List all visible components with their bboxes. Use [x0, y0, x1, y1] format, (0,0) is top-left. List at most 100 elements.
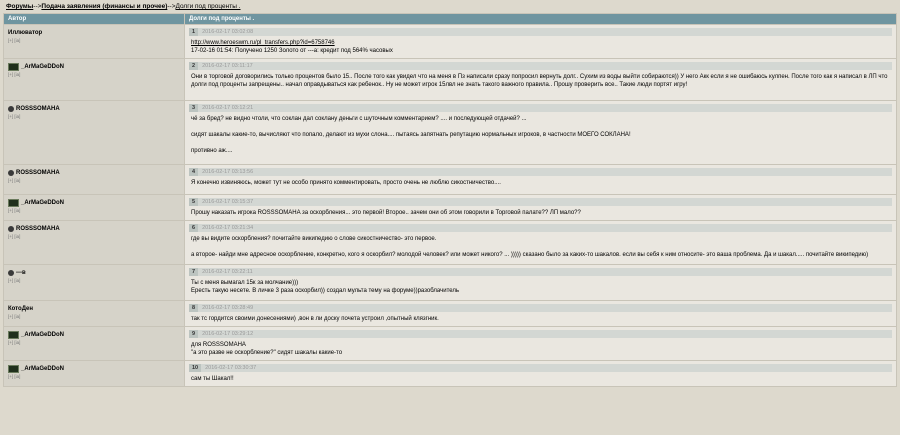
- post-author-cell: _ArMaGeDDoN [+] [ia]: [3, 326, 185, 361]
- post-number[interactable]: 8: [189, 304, 199, 312]
- post-text-line: где вы видите оскорбления? почитайте вик…: [191, 236, 437, 242]
- author-links[interactable]: [+] [ia]: [8, 234, 180, 239]
- post-date: 2016-02-17 03:13:56: [202, 169, 254, 175]
- author-name-link[interactable]: Иллюватор: [8, 30, 42, 36]
- post-header: 1 2016-02-17 03:02:08: [189, 28, 892, 36]
- post-row: _ArMaGeDDoN [+] [ia] 10 2016-02-17 03:30:37…: [3, 360, 897, 387]
- post-author-cell: КотоДен [+] [ia]: [3, 300, 185, 327]
- posts-list: Иллюватор [+] [ia] 1 2016-02-17 03:02:08 htt…: [3, 24, 897, 387]
- author-links[interactable]: [+] [ia]: [8, 38, 180, 43]
- author-name-link[interactable]: _ArMaGeDDoN: [21, 332, 64, 338]
- post-header: 7 2016-02-17 03:22:11: [189, 268, 892, 276]
- post-row: Иллюватор [+] [ia] 1 2016-02-17 03:02:08 htt…: [3, 24, 897, 59]
- post-header: 9 2016-02-17 03:29:12: [189, 330, 892, 338]
- post-date: 2016-02-17 03:11:17: [202, 63, 253, 69]
- post-number[interactable]: 2: [189, 62, 199, 70]
- post-row: _ArMaGeDDoN [+] [ia] 5 2016-02-17 03:15:37 П…: [3, 194, 897, 221]
- clan-avatar-icon: [8, 62, 19, 71]
- author-name-link[interactable]: КотоДен: [8, 306, 33, 312]
- author-links[interactable]: [+] [ia]: [8, 278, 180, 283]
- post-row: _ArMaGeDDoN [+] [ia] 2 2016-02-17 03:11:17 О…: [3, 58, 897, 101]
- post-text-line: для ROSSSOMAHA: [191, 342, 246, 348]
- post-number[interactable]: 10: [189, 364, 202, 372]
- post-date: 2016-02-17 03:12:21: [202, 105, 254, 111]
- post-body: Я конечно извиняюсь, может тут не особо …: [185, 176, 896, 190]
- author-name-link[interactable]: _ArMaGeDDoN: [21, 366, 64, 372]
- post-body: Ты с меня вымагал 15к за молчание))) Ерес…: [185, 276, 896, 298]
- author-links[interactable]: [+] [ia]: [8, 72, 180, 77]
- author-links[interactable]: [+] [ia]: [8, 340, 180, 345]
- author-links[interactable]: [+] [ia]: [8, 178, 180, 183]
- post-message-cell: 2 2016-02-17 03:11:17 Они в торговой догов…: [184, 58, 897, 101]
- author-name-link[interactable]: _ArMaGeDDoN: [21, 64, 64, 70]
- post-header: 10 2016-02-17 03:30:37: [189, 364, 892, 372]
- skull-icon: [8, 225, 14, 232]
- post-number[interactable]: 4: [189, 168, 199, 176]
- author-name-row: Иллюватор: [8, 28, 180, 37]
- post-body: чё за бред? не видно чтоли, что соклан д…: [185, 112, 896, 158]
- post-date: 2016-02-17 03:29:12: [202, 331, 254, 337]
- author-name-link[interactable]: ROSSSOMAHA: [16, 226, 60, 232]
- post-message-cell: 3 2016-02-17 03:12:21 чё за бред? не видно…: [184, 100, 897, 165]
- post-author-cell: _ArMaGeDDoN [+] [ia]: [3, 58, 185, 101]
- post-message-cell: 6 2016-02-17 03:21:34 где вы видите оскорб…: [184, 220, 897, 265]
- clan-avatar-icon: [8, 330, 19, 339]
- skull-icon: [8, 169, 14, 176]
- post-row: ROSSSOMAHA [+] [ia] 4 2016-02-17 03:13:56 Я …: [3, 164, 897, 195]
- post-header: 8 2016-02-17 03:28:49: [189, 304, 892, 312]
- post-author-cell: Иллюватор [+] [ia]: [3, 24, 185, 59]
- post-link[interactable]: http://www.heroeswm.ru/pl_transfers.php?…: [191, 39, 892, 47]
- breadcrumb-section-link[interactable]: Подача заявления (финансы и прочее): [41, 3, 167, 10]
- post-message-cell: 5 2016-02-17 03:15:37 Прошу наказать игрок…: [184, 194, 897, 221]
- clan-avatar-icon: [8, 364, 19, 373]
- post-header: 5 2016-02-17 03:15:37: [189, 198, 892, 206]
- post-author-cell: ROSSSOMAHA [+] [ia]: [3, 220, 185, 265]
- post-number[interactable]: 3: [189, 104, 199, 112]
- post-author-cell: ROSSSOMAHA [+] [ia]: [3, 100, 185, 165]
- author-name-row: ROSSSOMAHA: [8, 224, 180, 233]
- post-message-cell: 1 2016-02-17 03:02:08 http://www.heroeswm.…: [184, 24, 897, 59]
- post-row: ROSSSOMAHA [+] [ia] 6 2016-02-17 03:21:34 гд…: [3, 220, 897, 265]
- post-author-cell: _ArMaGeDDoN [+] [ia]: [3, 194, 185, 221]
- skull-icon: [8, 105, 14, 112]
- post-text-line: 17-02-16 01:54: Получено 1250 Золото от …: [191, 48, 393, 54]
- author-links[interactable]: [+] [ia]: [8, 314, 180, 319]
- post-message-cell: 9 2016-02-17 03:29:12 для ROSSSOMAHA "а это…: [184, 326, 897, 361]
- post-number[interactable]: 6: [189, 224, 199, 232]
- breadcrumb-forums-link[interactable]: Форумы: [6, 3, 33, 10]
- author-name-link[interactable]: ROSSSOMAHA: [16, 170, 60, 176]
- post-text-line: Они в торговой договорились только проце…: [191, 74, 888, 88]
- post-row: ---в [+] [ia] 7 2016-02-17 03:22:11 Ты с мен…: [3, 264, 897, 301]
- post-date: 2016-02-17 03:15:37: [202, 199, 254, 205]
- post-number[interactable]: 7: [189, 268, 199, 276]
- post-body: для ROSSSOMAHA "а это разве не оскорблени…: [185, 338, 896, 360]
- author-name-link[interactable]: ROSSSOMAHA: [16, 106, 60, 112]
- breadcrumb-topic: Долги под проценты .: [175, 3, 241, 10]
- post-header: 6 2016-02-17 03:21:34: [189, 224, 892, 232]
- post-author-cell: _ArMaGeDDoN [+] [ia]: [3, 360, 185, 387]
- post-date: 2016-02-17 03:28:49: [202, 305, 254, 311]
- post-number[interactable]: 1: [189, 28, 199, 36]
- author-links[interactable]: [+] [ia]: [8, 208, 180, 213]
- post-body: http://www.heroeswm.ru/pl_transfers.php?…: [185, 36, 896, 58]
- post-message-cell: 8 2016-02-17 03:28:49 так тс гордится свои…: [184, 300, 897, 327]
- author-links[interactable]: [+] [ia]: [8, 374, 180, 379]
- post-text-line: противно аж....: [191, 148, 233, 154]
- author-name-link[interactable]: _ArMaGeDDoN: [21, 200, 64, 206]
- post-number[interactable]: 9: [189, 330, 199, 338]
- post-body: сам ты Шакал!!: [185, 372, 896, 386]
- post-text-line: сидят шакалы какие-то, вычисляют что поп…: [191, 132, 631, 138]
- author-name-row: _ArMaGeDDoN: [8, 62, 180, 71]
- post-body: так тс гордится своими донесениями) ,вон…: [185, 312, 896, 326]
- post-author-cell: ---в [+] [ia]: [3, 264, 185, 301]
- column-header-topic: Долги под проценты .: [184, 13, 897, 25]
- author-links[interactable]: [+] [ia]: [8, 114, 180, 119]
- post-row: ROSSSOMAHA [+] [ia] 3 2016-02-17 03:12:21 чё…: [3, 100, 897, 165]
- post-number[interactable]: 5: [189, 198, 199, 206]
- column-header-author: Автор: [3, 13, 185, 25]
- post-date: 2016-02-17 03:21:34: [202, 225, 254, 231]
- post-body: Прошу наказать игрока ROSSSOMAHA за оско…: [185, 206, 896, 220]
- author-name-link[interactable]: ---в: [16, 270, 26, 276]
- table-header-row: Автор Долги под проценты .: [3, 13, 897, 25]
- post-text-line: Ты с меня вымагал 15к за молчание))): [191, 280, 299, 286]
